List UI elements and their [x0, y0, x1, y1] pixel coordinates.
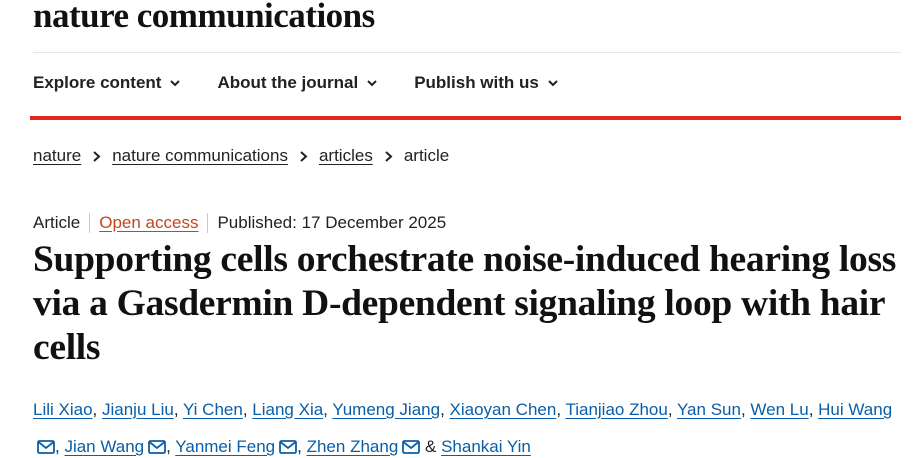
nav-about-journal[interactable]: About the journal	[217, 73, 378, 93]
author-link[interactable]: Hui Wang	[818, 400, 892, 419]
article-title: Supporting cells orchestrate noise-induc…	[33, 239, 897, 368]
author-separator: ,	[297, 437, 307, 456]
author-separator: ,	[440, 400, 450, 419]
author-link[interactable]: Xiaoyan Chen	[450, 400, 557, 419]
author-separator: ,	[808, 400, 819, 419]
nav-label: Explore content	[33, 73, 162, 92]
article-meta: Article Open access Published: 17 Decemb…	[33, 213, 446, 233]
author-link[interactable]: Yumeng Jiang	[332, 400, 440, 419]
author-link[interactable]: Yi Chen	[183, 400, 243, 419]
chevron-down-icon	[170, 80, 181, 87]
nav-label: About the journal	[217, 73, 359, 92]
envelope-icon[interactable]	[37, 440, 55, 454]
author-separator: &	[420, 437, 442, 456]
breadcrumb-articles[interactable]: articles	[319, 146, 373, 166]
meta-divider	[89, 213, 91, 233]
chevron-right-icon	[299, 150, 308, 162]
chevron-right-icon	[92, 150, 101, 162]
author-link[interactable]: Jianju Liu	[102, 400, 174, 419]
author-link[interactable]: Liang Xia	[252, 400, 323, 419]
breadcrumb-nature[interactable]: nature	[33, 146, 81, 166]
meta-divider	[207, 213, 209, 233]
nav-publish-with-us[interactable]: Publish with us	[414, 73, 559, 93]
author-separator: ,	[667, 400, 677, 419]
journal-logo[interactable]: nature communications	[33, 0, 375, 36]
author-link[interactable]: Zhen Zhang	[307, 437, 399, 456]
author-link[interactable]: Shankai Yin	[441, 437, 531, 456]
author-link[interactable]: Lili Xiao	[33, 400, 93, 419]
envelope-icon[interactable]	[402, 440, 421, 454]
envelope-icon[interactable]	[279, 440, 298, 454]
main-nav: Explore content About the journal Publis…	[33, 73, 559, 93]
header-divider	[33, 52, 901, 53]
author-separator: ,	[92, 400, 102, 419]
chevron-down-icon	[548, 80, 558, 87]
author-link[interactable]: Tianjiao Zhou	[565, 400, 667, 419]
author-separator: ,	[242, 400, 253, 419]
author-separator: ,	[173, 400, 183, 419]
nav-explore-content[interactable]: Explore content	[33, 73, 181, 93]
author-link[interactable]: Yan Sun	[677, 400, 741, 419]
author-link[interactable]: Wen Lu	[750, 400, 808, 419]
author-separator: ,	[740, 400, 751, 419]
open-access-link[interactable]: Open access	[99, 213, 198, 233]
chevron-right-icon	[384, 150, 393, 162]
published-date: Published: 17 December 2025	[217, 213, 447, 232]
chevron-down-icon	[367, 80, 377, 87]
author-list: Lili Xiao, Jianju Liu, Yi Chen, Liang Xi…	[33, 391, 901, 458]
author-separator: ,	[323, 400, 333, 419]
breadcrumb: nature nature communications articles ar…	[33, 146, 449, 166]
breadcrumb-current: article	[403, 146, 450, 165]
accent-bar	[30, 116, 901, 120]
author-link[interactable]: Yanmei Feng	[175, 437, 275, 456]
author-separator: ,	[166, 437, 176, 456]
nav-label: Publish with us	[414, 73, 539, 92]
breadcrumb-nature-communications[interactable]: nature communications	[112, 146, 288, 166]
article-type: Article	[33, 213, 81, 232]
envelope-icon[interactable]	[148, 440, 167, 454]
author-link[interactable]: Jian Wang	[64, 437, 144, 456]
